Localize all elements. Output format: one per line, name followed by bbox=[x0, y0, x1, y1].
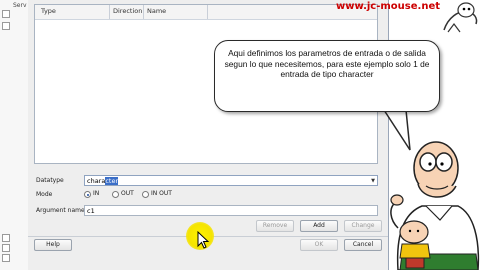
ok-button[interactable]: OK bbox=[300, 239, 338, 251]
cartoon-character-icon bbox=[390, 141, 480, 270]
help-button[interactable]: Help bbox=[34, 239, 72, 251]
mouse-pointer-icon bbox=[197, 230, 210, 249]
column-divider bbox=[109, 5, 110, 19]
cancel-button[interactable]: Cancel bbox=[344, 239, 382, 251]
argname-value: c1 bbox=[87, 207, 95, 215]
mode-inout-radio[interactable] bbox=[142, 191, 149, 198]
column-header-name[interactable]: Name bbox=[147, 7, 166, 15]
watermark-text: www.jc-mouse.net bbox=[336, 1, 441, 12]
mode-inout-label[interactable]: IN OUT bbox=[151, 190, 172, 197]
left-tree-panel: Serv bbox=[0, 0, 29, 270]
tree-expand-icon[interactable] bbox=[2, 10, 10, 18]
mascot-top-icon bbox=[443, 2, 478, 33]
datatype-combobox[interactable]: character ▼ bbox=[84, 175, 378, 186]
tree-expand-icon[interactable] bbox=[2, 234, 10, 242]
tree-expand-icon[interactable] bbox=[2, 254, 10, 262]
chevron-down-icon[interactable]: ▼ bbox=[371, 178, 375, 184]
column-header-direction[interactable]: Direction bbox=[113, 7, 142, 15]
column-divider bbox=[143, 5, 144, 19]
argname-label: Argument name bbox=[36, 207, 85, 214]
tree-expand-icon[interactable] bbox=[2, 22, 10, 30]
datatype-value: character bbox=[87, 177, 119, 185]
datatype-selected-text: cter bbox=[105, 177, 119, 185]
mode-in-label[interactable]: IN bbox=[93, 190, 99, 197]
tree-label: Serv bbox=[13, 2, 27, 9]
mode-out-label[interactable]: OUT bbox=[121, 190, 134, 197]
column-divider bbox=[207, 5, 208, 19]
mode-in-radio[interactable] bbox=[84, 191, 91, 198]
tree-expand-icon[interactable] bbox=[2, 244, 10, 252]
add-button[interactable]: Add bbox=[300, 220, 338, 232]
mode-out-radio[interactable] bbox=[112, 191, 119, 198]
column-header-type[interactable]: Type bbox=[41, 7, 56, 15]
datatype-label: Datatype bbox=[36, 177, 64, 184]
cursor-highlight bbox=[186, 222, 214, 250]
mode-label: Mode bbox=[36, 191, 53, 198]
remove-button[interactable]: Remove bbox=[256, 220, 294, 232]
table-header: Type Direction Name bbox=[35, 5, 377, 20]
argname-input[interactable]: c1 bbox=[84, 205, 378, 216]
callout-text: Aqui definimos los parametros de entrada… bbox=[214, 40, 440, 112]
change-button[interactable]: Change bbox=[344, 220, 382, 232]
